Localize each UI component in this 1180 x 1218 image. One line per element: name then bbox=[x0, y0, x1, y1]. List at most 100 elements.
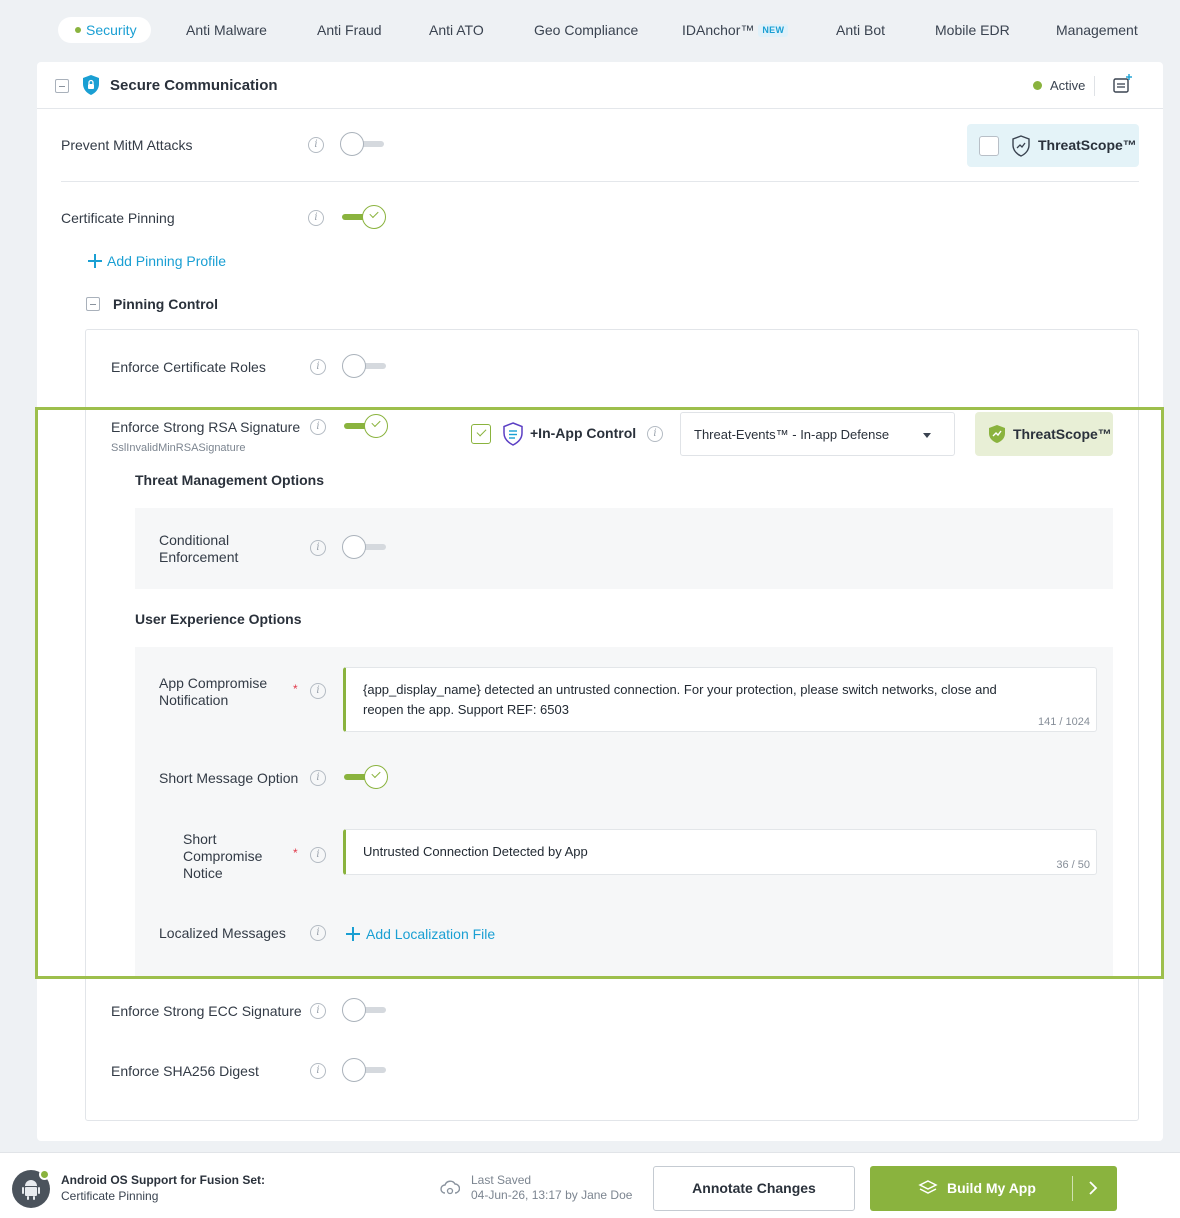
rsa-sublabel: SslInvalidMinRSASignature bbox=[111, 442, 246, 454]
short-message-option-toggle[interactable] bbox=[342, 765, 388, 789]
mitm-threatscope-checkbox[interactable] bbox=[979, 136, 999, 156]
in-app-control-label: +In-App Control bbox=[530, 425, 637, 441]
chevron-right-icon[interactable] bbox=[1088, 1181, 1098, 1195]
layers-build-icon bbox=[918, 1180, 938, 1194]
short-notice-value: Untrusted Connection Detected by App bbox=[363, 844, 588, 859]
row-divider bbox=[61, 181, 1139, 182]
tab-mobile-edr[interactable]: Mobile EDR bbox=[935, 17, 1010, 43]
conditional-enforcement-label: Conditional Enforcement bbox=[159, 532, 238, 566]
short-notice-counter: 36 / 50 bbox=[1056, 859, 1090, 871]
short-notice-label-line1: Short bbox=[183, 831, 217, 847]
app-notification-counter: 141 / 1024 bbox=[1038, 716, 1090, 728]
collapse-section-button[interactable] bbox=[55, 79, 69, 93]
card-header: Secure Communication Active bbox=[37, 62, 1163, 109]
app-notification-label: App Compromise Notification bbox=[159, 675, 267, 709]
short-message-option-info-icon[interactable]: i bbox=[310, 770, 326, 786]
add-localization-file-link[interactable]: Add Localization File bbox=[366, 926, 495, 942]
collapse-pinning-control-button[interactable] bbox=[86, 297, 100, 311]
mitm-info-icon[interactable]: i bbox=[308, 137, 324, 153]
mitm-toggle[interactable] bbox=[340, 132, 386, 156]
threat-management-heading: Threat Management Options bbox=[135, 472, 325, 488]
enforce-cert-roles-toggle[interactable] bbox=[342, 354, 388, 378]
threat-events-select[interactable]: Threat-Events™ - In-app Defense bbox=[680, 412, 955, 456]
tab-anti-ato[interactable]: Anti ATO bbox=[429, 17, 484, 43]
required-marker: * bbox=[293, 846, 298, 860]
add-note-icon[interactable] bbox=[1112, 73, 1134, 95]
add-pinning-profile-link[interactable]: Add Pinning Profile bbox=[107, 253, 226, 269]
app-notification-value-line2: reopen the app. Support REF: 6503 bbox=[363, 702, 569, 717]
sha256-label: Enforce SHA256 Digest bbox=[111, 1063, 259, 1079]
mitm-label: Prevent MitM Attacks bbox=[61, 137, 193, 153]
status-badge: Active bbox=[1050, 78, 1086, 93]
tab-geo-compliance[interactable]: Geo Compliance bbox=[534, 17, 638, 43]
cloud-sync-icon bbox=[440, 1180, 460, 1195]
tab-anti-malware[interactable]: Anti Malware bbox=[186, 17, 267, 43]
enforce-cert-roles-label: Enforce Certificate Roles bbox=[111, 359, 266, 375]
pinning-control-title: Pinning Control bbox=[113, 296, 218, 312]
app-notification-textarea[interactable]: {app_display_name} detected an untrusted… bbox=[343, 667, 1097, 732]
user-experience-heading: User Experience Options bbox=[135, 611, 302, 627]
enforce-cert-roles-info-icon[interactable]: i bbox=[310, 359, 326, 375]
tab-management[interactable]: Management bbox=[1056, 17, 1138, 43]
last-saved-label: Last Saved bbox=[471, 1173, 532, 1187]
ecc-info-icon[interactable]: i bbox=[310, 1003, 326, 1019]
ecc-toggle[interactable] bbox=[342, 998, 388, 1022]
threat-management-panel bbox=[135, 508, 1113, 589]
rsa-info-icon[interactable]: i bbox=[310, 419, 326, 435]
secure-communication-card: Secure Communication Active Prevent MitM… bbox=[37, 62, 1163, 1141]
mitm-threatscope-label: ThreatScope™ bbox=[1038, 137, 1137, 153]
annotate-changes-button[interactable]: Annotate Changes bbox=[653, 1166, 855, 1211]
in-app-control-shield-icon bbox=[503, 422, 523, 446]
new-badge: NEW bbox=[758, 24, 789, 37]
threatscope-green-shield-icon bbox=[989, 425, 1005, 443]
app-notification-label-line1: App Compromise bbox=[159, 675, 268, 691]
conditional-label-line2: Enforcement bbox=[159, 549, 239, 565]
build-my-app-button[interactable]: Build My App bbox=[870, 1166, 1117, 1211]
short-notice-label-line2: Compromise bbox=[183, 848, 263, 864]
localized-messages-info-icon[interactable]: i bbox=[310, 925, 326, 941]
build-button-divider bbox=[1072, 1176, 1073, 1201]
add-pinning-plus-icon[interactable] bbox=[88, 254, 102, 268]
cert-pinning-info-icon[interactable]: i bbox=[308, 210, 324, 226]
add-localization-plus-icon[interactable] bbox=[346, 927, 360, 941]
cert-pinning-label: Certificate Pinning bbox=[61, 210, 175, 226]
header-divider bbox=[1094, 76, 1095, 96]
short-notice-info-icon[interactable]: i bbox=[310, 847, 326, 863]
top-tab-bar: Security Anti Malware Anti Fraud Anti AT… bbox=[0, 0, 1180, 60]
cert-pinning-toggle[interactable] bbox=[340, 205, 386, 229]
tab-security[interactable]: Security bbox=[58, 17, 151, 43]
mitm-threatscope-panel: ThreatScope™ bbox=[967, 124, 1139, 167]
sha256-toggle[interactable] bbox=[342, 1058, 388, 1082]
short-notice-input[interactable]: Untrusted Connection Detected by App 36 … bbox=[343, 829, 1097, 875]
support-title: Android OS Support for Fusion Set: bbox=[61, 1173, 265, 1187]
app-notification-value-line1: {app_display_name} detected an untrusted… bbox=[363, 682, 997, 697]
support-value: Certificate Pinning bbox=[61, 1189, 159, 1203]
threatscope-shield-icon bbox=[1012, 135, 1030, 157]
app-notification-info-icon[interactable]: i bbox=[310, 683, 326, 699]
short-message-option-label: Short Message Option bbox=[159, 770, 299, 786]
shield-lock-icon bbox=[83, 75, 99, 95]
status-dot bbox=[1033, 81, 1042, 90]
app-notification-label-line2: Notification bbox=[159, 692, 229, 708]
conditional-info-icon[interactable]: i bbox=[310, 540, 326, 556]
ecc-label: Enforce Strong ECC Signature bbox=[111, 1003, 302, 1019]
sha256-info-icon[interactable]: i bbox=[310, 1063, 326, 1079]
chevron-down-icon bbox=[923, 433, 931, 438]
rsa-threatscope-button[interactable]: ThreatScope™ bbox=[975, 412, 1113, 456]
tab-anti-fraud[interactable]: Anti Fraud bbox=[317, 17, 382, 43]
tab-idanchor[interactable]: IDAnchor™ NEW bbox=[682, 17, 789, 43]
build-my-app-label: Build My App bbox=[947, 1180, 1036, 1196]
android-avatar bbox=[12, 1169, 50, 1208]
last-saved-value: 04-Jun-26, 13:17 by Jane Doe bbox=[471, 1188, 633, 1202]
rsa-toggle[interactable] bbox=[342, 414, 388, 438]
footer-bar: Android OS Support for Fusion Set: Certi… bbox=[0, 1152, 1180, 1218]
in-app-control-info-icon[interactable]: i bbox=[647, 426, 663, 442]
tab-anti-bot[interactable]: Anti Bot bbox=[836, 17, 885, 43]
android-icon bbox=[22, 1180, 40, 1200]
online-status-dot bbox=[39, 1169, 50, 1180]
rsa-threatscope-label: ThreatScope™ bbox=[1013, 426, 1112, 442]
rsa-label: Enforce Strong RSA Signature bbox=[111, 419, 301, 435]
conditional-enforcement-toggle[interactable] bbox=[342, 535, 388, 559]
in-app-control-checkbox[interactable] bbox=[471, 424, 491, 444]
required-marker: * bbox=[293, 682, 298, 696]
